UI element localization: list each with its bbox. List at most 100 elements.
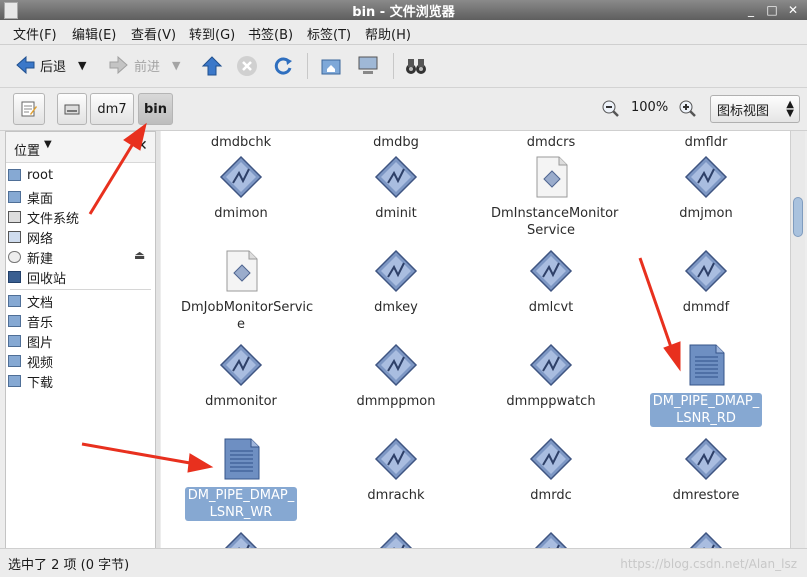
sidebar-item-downloads[interactable]: 下载 (8, 372, 53, 391)
menu-bookmarks[interactable]: 书签(B) (248, 24, 293, 43)
file-item[interactable]: DmInstanceMonitor Service (491, 155, 618, 239)
home-folder-icon[interactable] (320, 55, 342, 77)
file-name: dminit (375, 206, 417, 221)
back-dropdown-icon[interactable]: ▼ (78, 59, 86, 72)
path-button-dm7[interactable]: dm7 (90, 93, 134, 125)
script-file-icon (219, 249, 263, 293)
file-item[interactable]: dminit (336, 155, 456, 222)
file-item-partial[interactable] (181, 531, 301, 548)
file-name: dmjmon (679, 206, 733, 221)
forward-arrow-icon (109, 55, 128, 75)
close-sidebar-icon[interactable]: ✕ (136, 138, 148, 154)
pane-splitter[interactable] (156, 131, 160, 548)
zoom-level: 100% (631, 100, 669, 115)
music-folder-icon (8, 315, 21, 327)
file-item[interactable]: dmmdf (646, 249, 766, 316)
sidebar-item-music[interactable]: 音乐 (8, 312, 53, 331)
menu-file[interactable]: 文件(F) (13, 24, 57, 43)
forward-button[interactable]: 前进 ▼ (108, 54, 180, 76)
file-item[interactable]: DM_PIPE_DMAP_ LSNR_RD (646, 343, 766, 427)
search-binoculars-icon[interactable] (405, 55, 427, 77)
sidebar-title: 位置 (14, 144, 41, 159)
file-name: dmimon (214, 206, 268, 221)
executable-icon (684, 437, 728, 481)
menu-edit[interactable]: 编辑(E) (72, 24, 116, 43)
file-item[interactable]: dmjmon (646, 155, 766, 222)
file-name: DmJobMonitorServic e (181, 300, 314, 332)
main-toolbar: 后退 ▼ 前进 ▼ (0, 45, 807, 88)
file-item[interactable]: dmrestore (646, 437, 766, 504)
scrollbar-thumb[interactable] (793, 197, 803, 237)
file-item[interactable]: dmrdc (491, 437, 611, 504)
file-name: DM_PIPE_DMAP_ LSNR_WR (184, 487, 298, 521)
back-arrow-icon (16, 55, 35, 75)
computer-icon[interactable] (357, 54, 379, 76)
file-item[interactable]: dmdcrs (491, 131, 611, 151)
file-item[interactable]: dmdbchk (181, 131, 301, 151)
file-name: dmfldr (684, 135, 728, 150)
sidebar-item-label: 桌面 (27, 191, 54, 207)
file-item[interactable]: dmmppwatch (491, 343, 611, 410)
eject-icon[interactable]: ⏏ (134, 248, 145, 262)
file-item-partial[interactable] (336, 531, 456, 548)
back-button[interactable]: 后退 ▼ (14, 54, 86, 76)
view-mode-select[interactable]: 图标视图 ▲ ▼ (710, 95, 800, 123)
sidebar-header[interactable]: 位置 ▼ ✕ (6, 132, 155, 163)
menu-view[interactable]: 查看(V) (131, 24, 176, 43)
sidebar-item-new[interactable]: 新建 (8, 248, 54, 267)
file-name: dmkey (374, 300, 418, 315)
zoom-out-icon[interactable] (602, 100, 620, 118)
sidebar-item-label: 视频 (27, 355, 54, 371)
maximize-icon[interactable]: □ (765, 3, 779, 17)
file-item[interactable]: DM_PIPE_DMAP_ LSNR_WR (181, 437, 301, 521)
file-item-partial[interactable] (491, 531, 611, 548)
vertical-scrollbar[interactable] (790, 131, 805, 548)
sidebar-item-videos[interactable]: 视频 (8, 352, 54, 371)
file-item[interactable]: dmlcvt (491, 249, 611, 316)
pictures-folder-icon (8, 335, 21, 347)
file-item[interactable]: dmdbg (336, 131, 456, 151)
sidebar-item-label: 网络 (27, 231, 54, 247)
downloads-folder-icon (8, 375, 21, 387)
file-item-partial[interactable] (646, 531, 766, 548)
menu-go[interactable]: 转到(G) (189, 24, 235, 43)
sidebar-item-filesystem[interactable]: 文件系统 (8, 208, 79, 227)
sidebar-item-root[interactable]: root (8, 166, 53, 184)
executable-icon (529, 249, 573, 293)
file-name: dmrestore (672, 488, 740, 503)
sidebar-item-label: 新建 (27, 251, 54, 267)
file-item[interactable]: dmmppmon (336, 343, 456, 410)
sidebar-item-pictures[interactable]: 图片 (8, 332, 53, 351)
menu-tabs[interactable]: 标签(T) (307, 24, 351, 43)
sidebar-item-trash[interactable]: 回收站 (8, 268, 66, 287)
file-name: dmmppmon (356, 394, 436, 409)
zoom-in-icon[interactable] (679, 100, 697, 118)
file-item[interactable]: dmmonitor (181, 343, 301, 410)
forward-dropdown-icon[interactable]: ▼ (172, 59, 180, 72)
minimize-icon[interactable]: _ (744, 3, 758, 17)
file-item[interactable]: DmJobMonitorServic e (181, 249, 314, 333)
file-name: DM_PIPE_DMAP_ LSNR_RD (649, 393, 763, 427)
file-item[interactable]: dmimon (181, 155, 301, 222)
up-icon[interactable] (201, 55, 223, 77)
edit-location-icon (21, 101, 37, 117)
stop-icon[interactable] (236, 55, 258, 77)
menu-help[interactable]: 帮助(H) (365, 24, 411, 43)
path-root-button[interactable] (57, 93, 87, 125)
file-item[interactable]: dmrachk (336, 437, 456, 504)
file-item[interactable]: dmfldr (646, 131, 766, 151)
trash-icon (8, 271, 21, 283)
documents-folder-icon (8, 295, 21, 307)
file-icon-view[interactable]: dmdbchk dmdbg dmdcrs dmfldr dmimon dminit DmIn… (161, 131, 790, 548)
sidebar-item-desktop[interactable]: 桌面 (8, 188, 54, 207)
path-button-bin[interactable]: bin (138, 93, 173, 125)
toggle-location-button[interactable] (13, 93, 45, 125)
file-item[interactable]: dmkey (336, 249, 456, 316)
sidebar-item-network[interactable]: 网络 (8, 228, 54, 247)
reload-icon[interactable] (272, 55, 294, 77)
status-bar: 选中了 2 项 (0 字节) https://blog.csdn.net/Ala… (0, 548, 807, 577)
file-name: dmlcvt (528, 300, 574, 315)
script-file-icon (529, 155, 573, 199)
sidebar-item-documents[interactable]: 文档 (8, 292, 53, 311)
close-icon[interactable]: ✕ (786, 3, 800, 17)
